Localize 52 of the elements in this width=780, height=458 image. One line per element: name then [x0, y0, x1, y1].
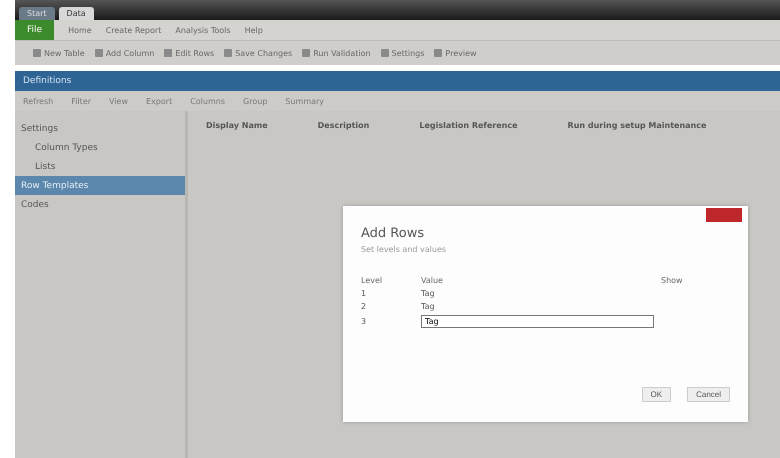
dialog-button[interactable]: OK	[642, 387, 672, 402]
subtoolbar-item[interactable]: Columns	[190, 96, 226, 106]
tool-icon	[33, 49, 41, 57]
tool-icon	[380, 49, 389, 57]
toolbar-button[interactable]: Settings	[380, 48, 424, 58]
tree-item[interactable]: Lists	[15, 157, 185, 176]
column-header[interactable]: Display Name	[206, 121, 268, 130]
value-cell-text: Tag	[421, 289, 436, 298]
menu-item[interactable]: Help	[244, 26, 263, 34]
toolbar-button[interactable]: Save Changes	[224, 48, 292, 58]
dialog-button[interactable]: Cancel	[687, 387, 730, 402]
column-header: Level	[361, 276, 384, 285]
value-cell-text: Tag	[421, 302, 436, 311]
tool-icon	[302, 49, 310, 57]
menu-item[interactable]: Analysis Tools	[175, 26, 231, 34]
toolbar-button[interactable]: Add Column	[94, 48, 154, 58]
window-tab[interactable]: Data	[58, 7, 94, 20]
tree-item[interactable]: Column Types	[15, 138, 185, 157]
subtoolbar-item[interactable]: Group	[243, 96, 268, 106]
value-field[interactable]: Tag	[421, 315, 654, 328]
toolbar-button[interactable]: Edit Rows	[164, 48, 214, 58]
window-tab[interactable]: Start	[19, 7, 55, 20]
column-header[interactable]: Description	[318, 121, 370, 130]
toolbar-button[interactable]: Preview	[434, 48, 477, 58]
subtoolbar-item[interactable]: Refresh	[23, 96, 54, 106]
level-cell-text: 1	[361, 289, 368, 298]
dialog-title: Add Rows	[361, 226, 426, 241]
column-header: Show	[661, 276, 684, 285]
menu-item[interactable]: Home	[68, 26, 92, 34]
section-banner: Definitions	[15, 71, 780, 91]
dialog-subtitle: Set levels and values	[361, 245, 448, 254]
level-cell-text: 2	[361, 302, 368, 311]
menu-item[interactable]: Create Report	[106, 26, 162, 34]
tree-item[interactable]: Settings	[15, 119, 185, 138]
column-header: Value	[421, 276, 444, 285]
close-button[interactable]	[706, 208, 742, 222]
toolbar-button[interactable]: New Table	[33, 48, 85, 58]
tree-item[interactable]: Row Templates	[15, 176, 185, 195]
tool-icon	[94, 49, 103, 57]
subtoolbar-item[interactable]: Filter	[71, 96, 92, 106]
tool-icon	[434, 49, 442, 57]
tool-icon	[164, 49, 172, 57]
tool-icon	[224, 49, 232, 57]
toolbar-button[interactable]: Run Validation	[302, 48, 371, 58]
tree-item[interactable]: Codes	[15, 195, 185, 214]
file-button[interactable]: File	[15, 20, 54, 40]
subtoolbar-item[interactable]: View	[109, 96, 128, 106]
subtoolbar-item[interactable]: Export	[146, 96, 172, 106]
subtoolbar-item[interactable]: Summary	[285, 96, 324, 106]
column-header[interactable]: Run during setup Maintenance	[568, 121, 706, 130]
level-cell-text: 3	[361, 317, 368, 326]
column-header[interactable]: Legislation Reference	[419, 121, 518, 130]
